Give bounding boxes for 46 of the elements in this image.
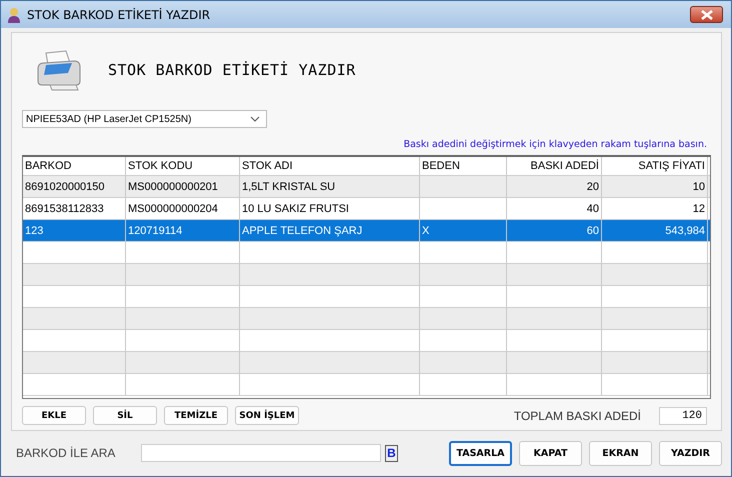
table-cell: 40 xyxy=(586,202,599,214)
printer-dropdown[interactable]: NPIEE53AD (HP LaserJet CP1525N) xyxy=(22,110,267,128)
search-label: BARKOD İLE ARA xyxy=(15,446,116,460)
table-cell: 8691538112833 xyxy=(25,202,104,214)
column-header[interactable]: STOK ADI xyxy=(240,157,420,175)
total-field: 120 xyxy=(659,406,707,424)
printer-icon xyxy=(36,49,82,91)
table-cell: APPLE TELEFON ŞARJ xyxy=(242,224,362,236)
close-icon xyxy=(700,10,714,20)
barcode-button[interactable]: B xyxy=(385,444,398,462)
table-cell: MS000000000201 xyxy=(128,180,218,192)
table-cell: 8691020000150 xyxy=(25,180,105,192)
form-heading: STOK BARKOD ETİKETİ YAZDIR xyxy=(108,61,356,79)
footer-button[interactable]: EKRAN xyxy=(589,440,652,466)
chevron-down-icon xyxy=(250,116,260,122)
grid-button[interactable]: SON İŞLEM xyxy=(235,406,299,425)
column-header[interactable]: BARKOD xyxy=(23,157,126,175)
column-header[interactable]: STOK KODU xyxy=(126,157,240,175)
table-cell: 123 xyxy=(25,224,44,236)
window-title: STOK BARKOD ETİKETİ YAZDIR xyxy=(27,8,212,22)
table-cell: 10 LU SAKIZ FRUTSI xyxy=(242,202,349,214)
table-cell: 543,984 xyxy=(665,224,705,236)
column-header[interactable]: BASKI ADEDİ xyxy=(507,157,602,175)
grid-button[interactable]: SİL xyxy=(93,406,157,425)
footer-button[interactable]: KAPAT xyxy=(519,440,582,466)
grid-button[interactable]: EKLE xyxy=(22,406,86,425)
table-cell: X xyxy=(422,224,430,236)
table-cell: 1,5LT KRISTAL SU xyxy=(242,180,336,192)
close-button[interactable] xyxy=(690,6,723,23)
total-label: TOPLAM BASKI ADEDİ xyxy=(514,408,641,422)
column-header[interactable]: SATIŞ FİYATI xyxy=(602,157,708,175)
table-cell: 60 xyxy=(586,224,599,236)
table-row[interactable]: 8691020000150 MS000000000201 1,5LT KRISTAL SU 20 10 xyxy=(23,176,710,198)
hint-text: Baskı adedini değiştirmek için klavyeden rakam tuşlarına basın. xyxy=(404,139,707,152)
table-cell: 120719114 xyxy=(128,224,182,236)
table-cell: 12 xyxy=(692,202,705,214)
figure-icon xyxy=(6,6,22,22)
grid-button[interactable]: TEMİZLE xyxy=(164,406,228,425)
footer-button[interactable]: TASARLA xyxy=(449,440,512,466)
table-cell: 10 xyxy=(692,180,705,192)
table-cell: 20 xyxy=(586,180,599,192)
footer-button[interactable]: YAZDIR xyxy=(659,440,722,466)
barcode-search-field[interactable] xyxy=(141,444,381,462)
column-header[interactable]: BEDEN xyxy=(420,157,507,175)
table-row[interactable]: 123 120719114 APPLE TELEFON ŞARJ X 60 543,984 xyxy=(23,220,710,242)
table-cell: MS000000000204 xyxy=(128,202,218,214)
